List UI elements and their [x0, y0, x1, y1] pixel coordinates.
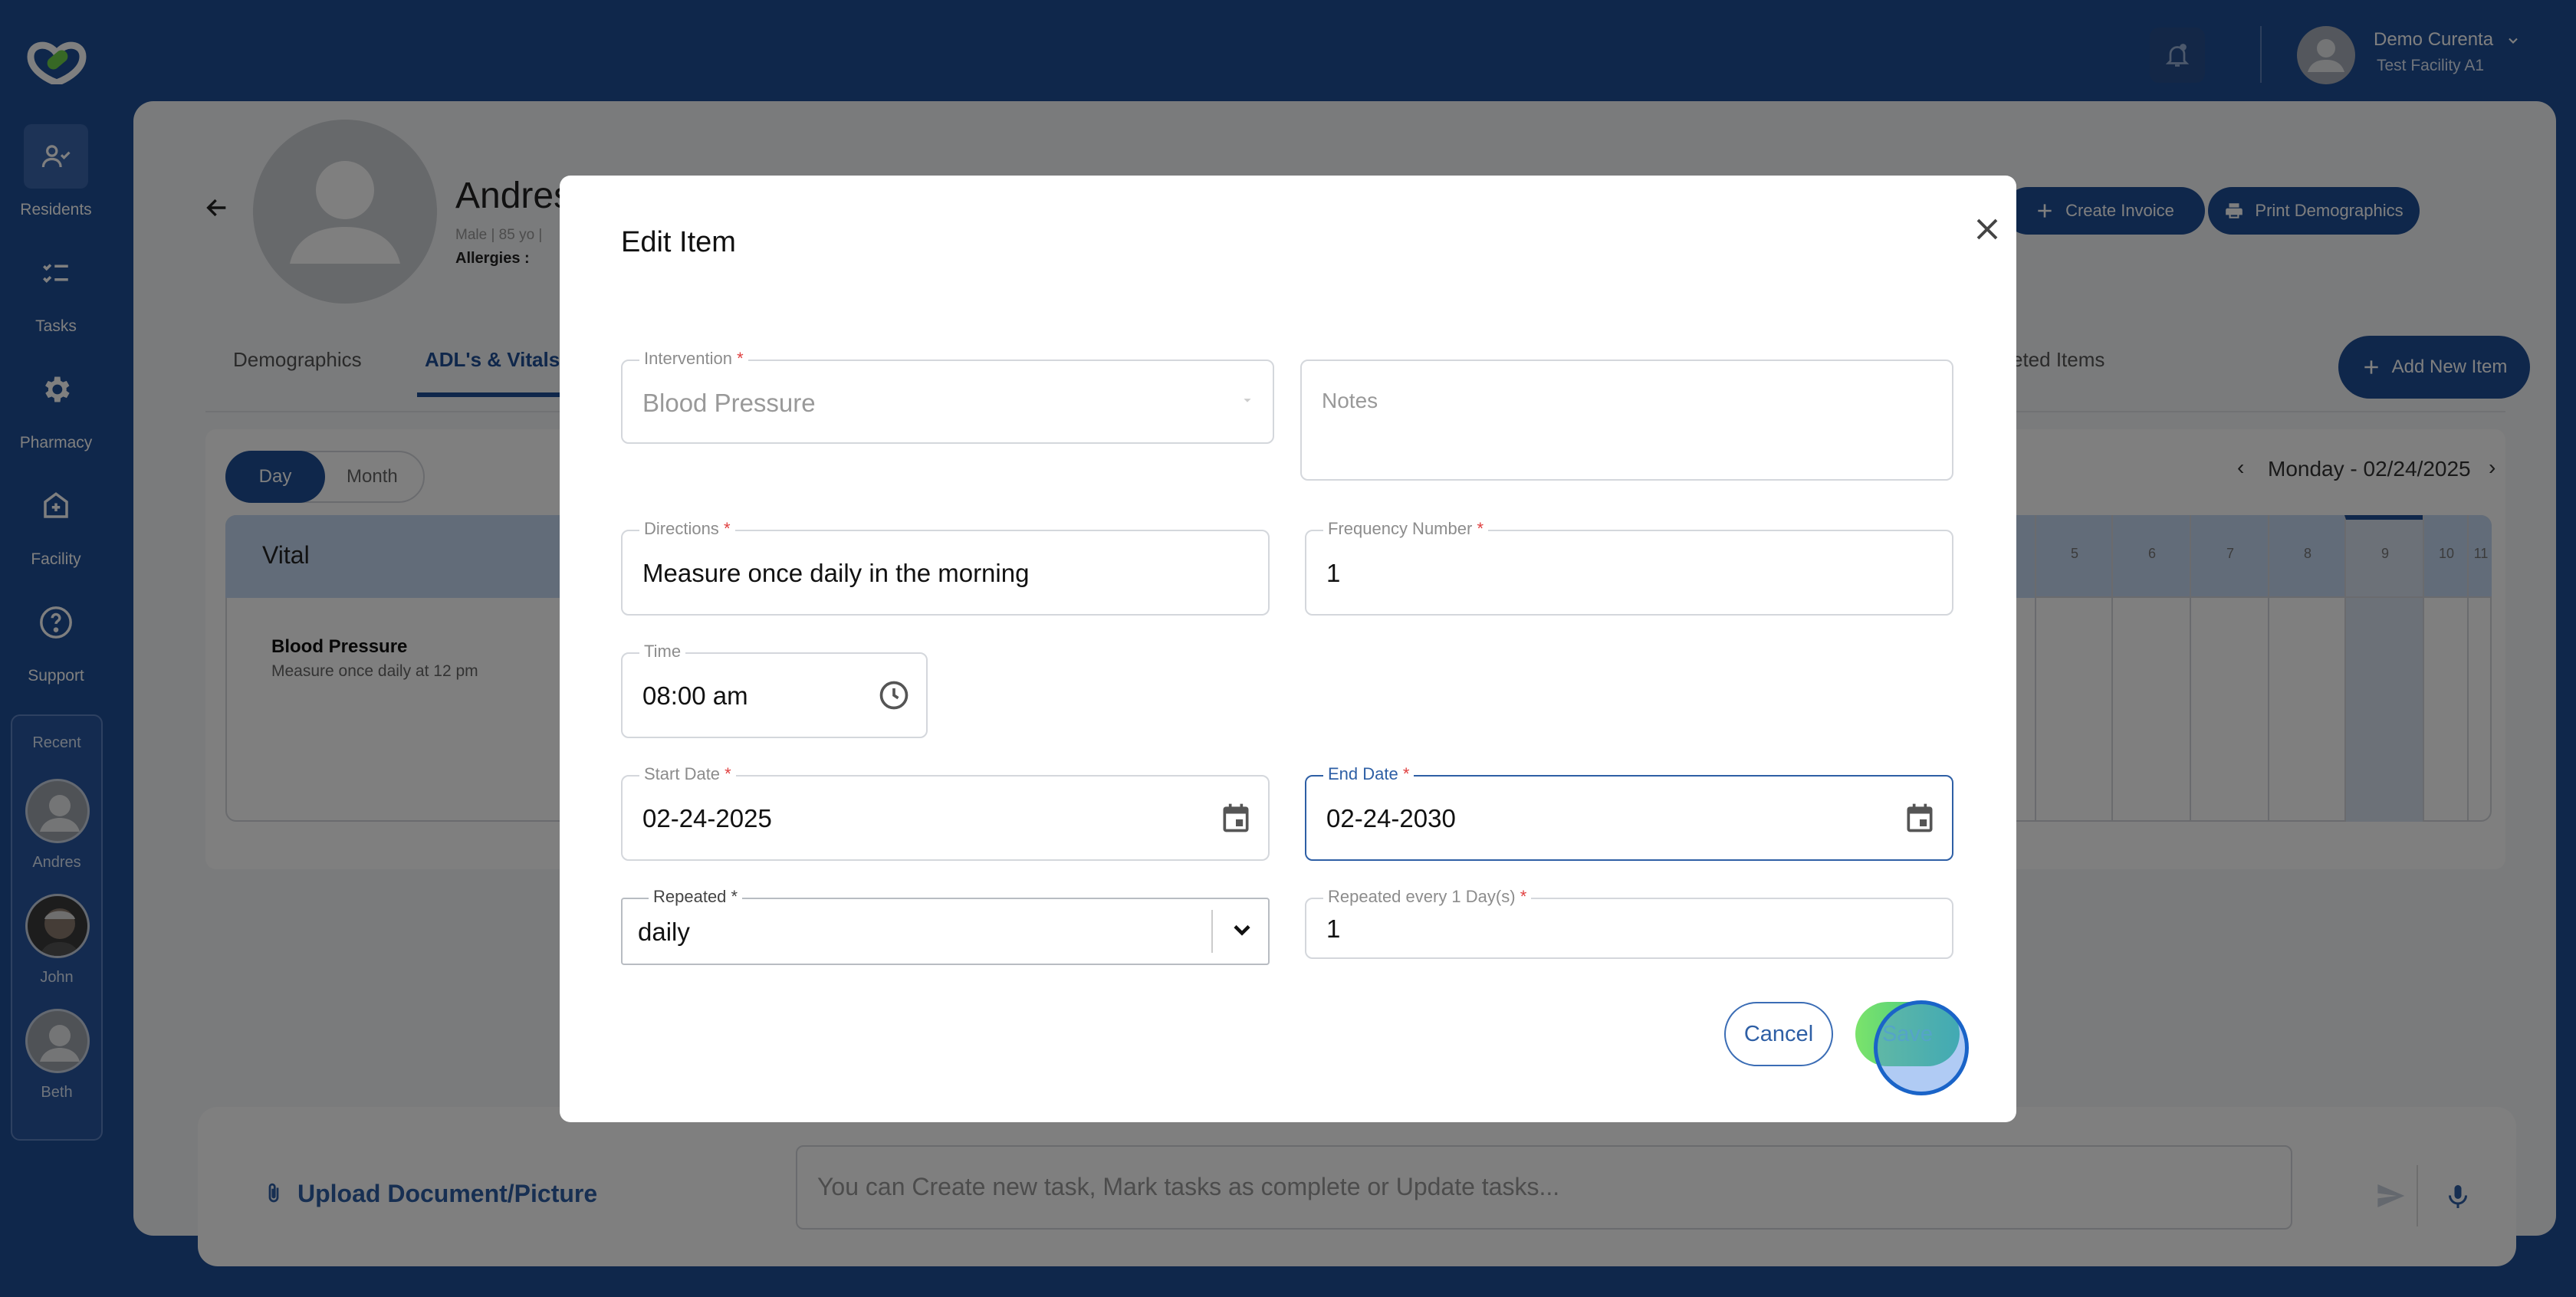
calendar-icon[interactable] — [1903, 801, 1937, 835]
repeated-every-field[interactable]: Repeated every 1 Day(s) * 1 — [1305, 887, 1953, 959]
start-date-value: 02-24-2025 — [642, 804, 772, 832]
intervention-label: Intervention — [644, 349, 732, 368]
intervention-value: Blood Pressure — [642, 389, 816, 417]
notes-textarea[interactable]: Notes — [1300, 360, 1953, 481]
cancel-button[interactable]: Cancel — [1724, 1002, 1833, 1066]
directions-value: Measure once daily in the morning — [642, 559, 1030, 587]
frequency-value: 1 — [1326, 559, 1341, 587]
repeated-every-value: 1 — [1326, 914, 1341, 943]
end-date-label: End Date — [1328, 764, 1398, 783]
intervention-select[interactable]: Intervention * Blood Pressure — [621, 349, 1274, 444]
start-date-label: Start Date — [644, 764, 721, 783]
clock-icon[interactable] — [877, 678, 911, 712]
time-label: Time — [644, 642, 682, 661]
repeated-value: daily — [638, 918, 690, 946]
edit-item-dialog: Edit Item Intervention * Blood Pressure … — [560, 176, 2016, 1122]
start-date-field[interactable]: Start Date * 02-24-2025 — [621, 764, 1270, 861]
repeated-every-label: Repeated every 1 Day(s) — [1328, 887, 1516, 906]
calendar-icon[interactable] — [1219, 801, 1253, 835]
directions-field[interactable]: Directions * Measure once daily in the m… — [621, 519, 1270, 616]
chevron-down-icon — [1228, 916, 1256, 944]
end-date-value: 02-24-2030 — [1326, 804, 1456, 832]
close-icon — [1976, 218, 1998, 240]
dialog-title: Edit Item — [621, 226, 736, 258]
chevron-down-icon — [1239, 392, 1256, 409]
repeated-label: Repeated — [653, 887, 727, 906]
time-value: 08:00 am — [642, 681, 748, 710]
end-date-field[interactable]: End Date * 02-24-2030 — [1305, 764, 1953, 861]
repeated-select[interactable]: Repeated * daily — [621, 887, 1270, 965]
frequency-number-field[interactable]: Frequency Number * 1 — [1305, 519, 1953, 616]
notes-placeholder: Notes — [1322, 389, 1378, 412]
click-indicator — [1874, 1000, 1969, 1095]
close-button[interactable] — [1957, 199, 2018, 260]
frequency-label: Frequency Number — [1328, 519, 1473, 538]
time-field[interactable]: Time 08:00 am — [621, 642, 928, 738]
directions-label: Directions — [644, 519, 719, 538]
